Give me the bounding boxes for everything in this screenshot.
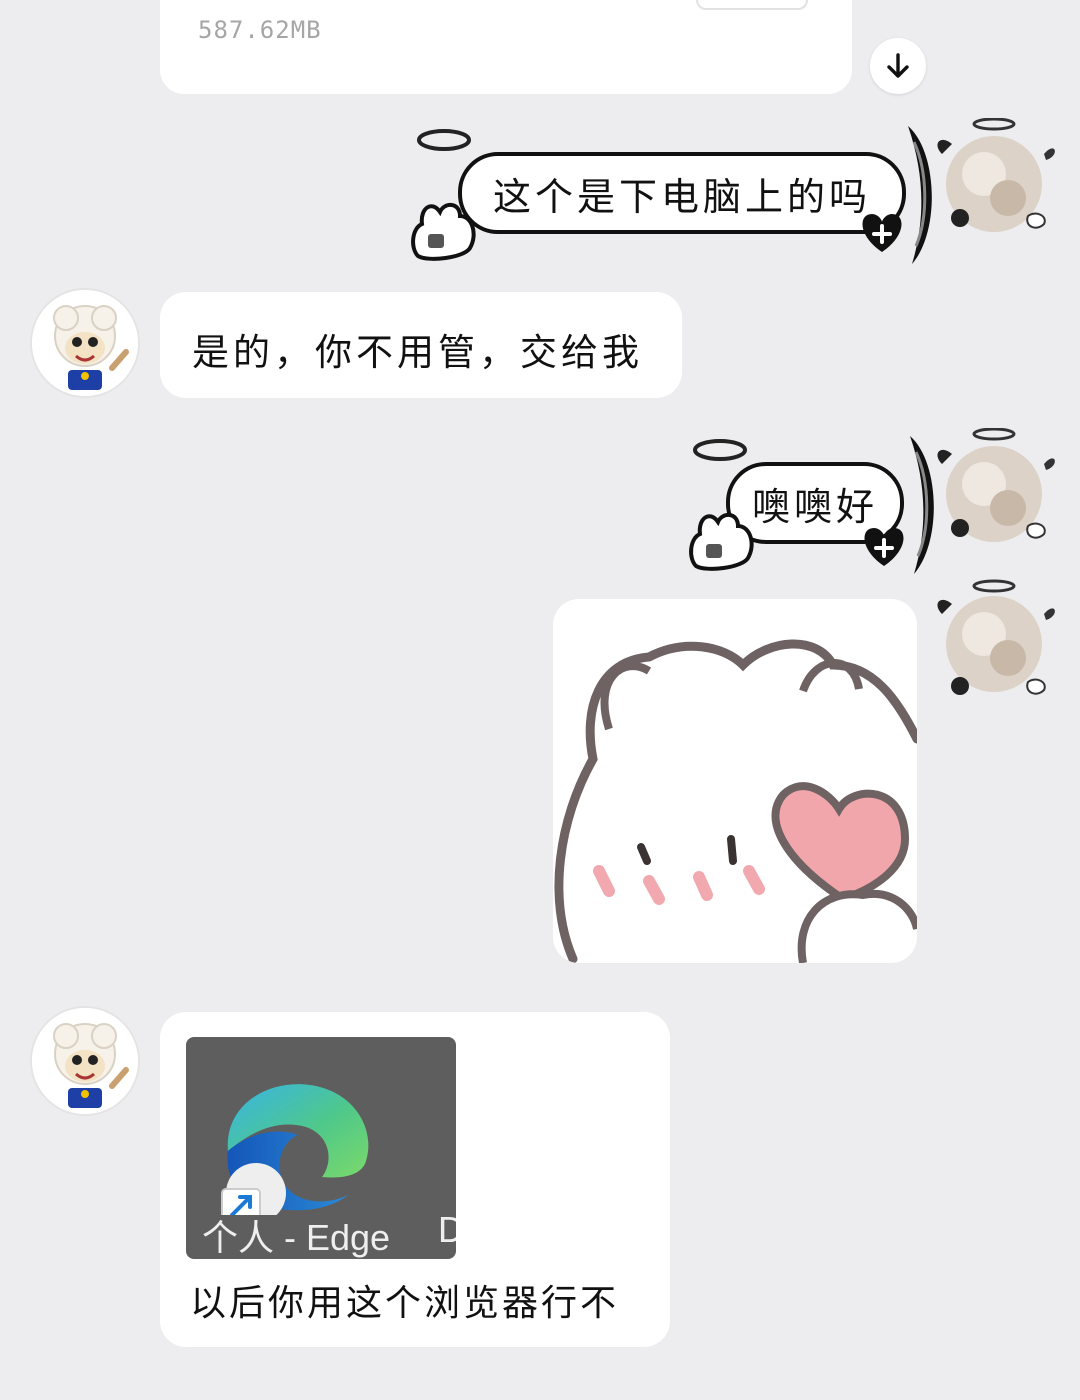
image-caption-cut: D: [438, 1209, 456, 1250]
halo-icon: [417, 129, 471, 151]
arrow-down-icon: [887, 53, 909, 78]
bear-heart-sticker: [554, 639, 917, 963]
my-avatar[interactable]: [932, 428, 1062, 558]
message-text: 是的，你不用管，交给我: [192, 331, 643, 374]
bunny-icon: [689, 513, 754, 571]
sheep-avatar[interactable]: [32, 1008, 138, 1114]
black-heart-icon: [864, 528, 904, 566]
my-avatar[interactable]: [932, 118, 1062, 248]
bunny-icon: [411, 203, 476, 261]
file-action-button[interactable]: [696, 0, 808, 10]
message-text: 以后你用这个浏览器行不: [190, 1283, 620, 1324]
message-bubble-right[interactable]: 这个是下电脑上的吗: [408, 122, 948, 272]
message-bubble-right[interactable]: 噢噢好: [686, 432, 948, 578]
my-avatar[interactable]: [932, 578, 1062, 708]
message-text: 这个是下电脑上的吗: [458, 152, 906, 234]
sticker-message[interactable]: [553, 599, 917, 963]
message-bubble-left[interactable]: 个人 - Edge D 以后你用这个浏览器行不: [160, 1012, 670, 1347]
sheep-avatar[interactable]: [32, 290, 138, 396]
halo-icon: [693, 439, 747, 461]
message-bubble-left[interactable]: 是的，你不用管，交给我: [160, 292, 682, 398]
download-button[interactable]: [870, 38, 926, 94]
image-caption: 个人 - Edge: [202, 1217, 391, 1258]
edge-icon: [221, 1084, 369, 1215]
black-heart-icon: [862, 214, 902, 252]
shared-image[interactable]: 个人 - Edge D: [186, 1037, 456, 1259]
file-size: 587.62MB: [198, 16, 322, 44]
file-message-card[interactable]: 587.62MB: [160, 0, 852, 94]
